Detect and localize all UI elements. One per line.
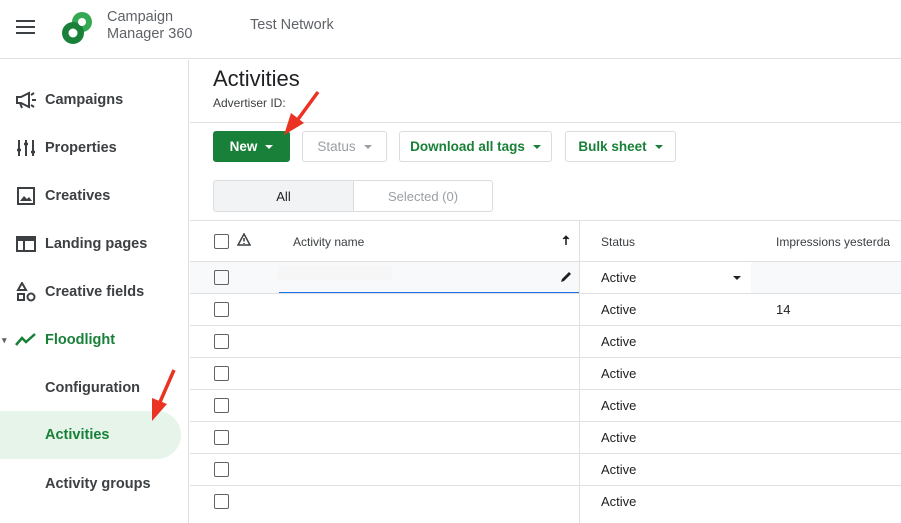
sidebar-item-landing-pages[interactable]: Landing pages (0, 220, 189, 268)
table-row[interactable]: Active (190, 357, 901, 389)
table-header: Activity name Status Impressions yesterd… (190, 220, 901, 261)
edit-pencil-icon[interactable] (559, 270, 573, 284)
shapes-icon (14, 280, 38, 304)
sidebar-item-label: Activities (45, 427, 110, 443)
table-row[interactable]: Active (190, 261, 901, 294)
table-row[interactable]: Active (190, 421, 901, 453)
sidebar-item-creative-fields[interactable]: Creative fields (0, 268, 189, 316)
table-row[interactable]: Active 14 (190, 293, 901, 325)
table-row[interactable]: Active (190, 453, 901, 485)
advertiser-id-label: Advertiser ID: (213, 96, 286, 110)
activity-name-redacted (278, 266, 392, 280)
sidebar-item-label: Configuration (45, 380, 141, 396)
sidebar-item-label: Landing pages (45, 236, 148, 252)
sidebar-item-label: Campaigns (45, 92, 124, 108)
sidebar-item-campaigns[interactable]: Campaigns (0, 76, 189, 124)
product-name: Campaign Manager 360 (107, 9, 192, 43)
sidebar-item-activities[interactable]: Activities (0, 411, 181, 459)
sidebar-item-configuration[interactable]: Configuration (0, 364, 189, 412)
row-checkbox[interactable] (214, 462, 229, 477)
header-divider (190, 122, 901, 123)
status-value: Active (601, 270, 637, 285)
top-bar: Campaign Manager 360 Test Network (0, 0, 901, 59)
select-all-checkbox[interactable] (214, 234, 229, 249)
dropdown-arrow-icon (532, 144, 541, 149)
trending-icon (14, 328, 38, 352)
network-name[interactable]: Test Network (250, 17, 334, 33)
image-icon (14, 184, 38, 208)
new-button[interactable]: New (213, 131, 290, 162)
bulk-button-label: Bulk sheet (578, 139, 647, 154)
status-value: Active (601, 302, 637, 317)
dropdown-arrow-icon (654, 144, 663, 149)
page-title: Activities (213, 66, 300, 91)
campaign-manager-logo (62, 12, 92, 44)
status-dropdown[interactable]: Active (580, 262, 751, 293)
warning-icon (237, 233, 251, 246)
sidebar-item-label: Floodlight (45, 332, 116, 348)
status-dropdown-arrow-icon[interactable] (733, 276, 741, 280)
column-divider (579, 220, 580, 523)
product-name-line2: Manager 360 (107, 26, 193, 42)
download-all-tags-button[interactable]: Download all tags (399, 131, 552, 162)
tab-all[interactable]: All (213, 180, 354, 212)
sidebar-item-properties[interactable]: Properties (0, 124, 189, 172)
row-checkbox[interactable] (214, 366, 229, 381)
sliders-icon (14, 136, 38, 160)
row-checkbox[interactable] (214, 302, 229, 317)
table-row[interactable]: Active (190, 389, 901, 421)
row-checkbox[interactable] (214, 430, 229, 445)
expand-caret-icon[interactable]: ▾ (2, 335, 7, 346)
menu-icon[interactable] (16, 16, 38, 38)
sort-ascending-icon[interactable] (562, 235, 570, 245)
row-checkbox[interactable] (214, 494, 229, 509)
sidebar-item-label: Properties (45, 140, 117, 156)
status-value: Active (601, 430, 637, 445)
tab-selected[interactable]: Selected (0) (353, 180, 493, 212)
sidebar-item-floodlight[interactable]: ▾ Floodlight (0, 316, 189, 364)
row-checkbox[interactable] (214, 398, 229, 413)
status-value: Active (601, 398, 637, 413)
row-checkbox[interactable] (214, 270, 229, 285)
status-value: Active (601, 494, 637, 509)
status-value: Active (601, 462, 637, 477)
column-activity-name[interactable]: Activity name (293, 235, 364, 249)
download-button-label: Download all tags (410, 139, 525, 154)
table-row[interactable]: Active (190, 325, 901, 357)
sidebar-item-label: Creatives (45, 188, 111, 204)
web-page-icon (14, 232, 38, 256)
app-root: Campaign Manager 360 Test Network Campai… (0, 0, 901, 523)
megaphone-icon (14, 88, 38, 112)
sidebar-item-activity-groups[interactable]: Activity groups (0, 460, 189, 508)
status-value: Active (601, 334, 637, 349)
status-button-label: Status (317, 139, 356, 154)
sidebar-item-creatives[interactable]: Creatives (0, 172, 189, 220)
row-checkbox[interactable] (214, 334, 229, 349)
status-value: Active (601, 366, 637, 381)
column-status[interactable]: Status (601, 235, 635, 249)
product-name-line1: Campaign (107, 9, 174, 25)
main-content: Activities Advertiser ID: New Status Dow… (190, 60, 901, 523)
dropdown-arrow-icon (265, 144, 274, 149)
bulk-sheet-button[interactable]: Bulk sheet (565, 131, 676, 162)
table-row[interactable]: Active (190, 485, 901, 517)
sidebar: Campaigns Properties Creatives Landing p… (0, 60, 189, 523)
status-button[interactable]: Status (302, 131, 387, 162)
dropdown-arrow-icon (363, 144, 372, 149)
sidebar-item-label: Activity groups (45, 476, 151, 492)
impressions-value: 14 (776, 302, 791, 317)
column-impressions-yesterday[interactable]: Impressions yesterda (776, 235, 890, 249)
new-button-label: New (229, 139, 258, 154)
sidebar-item-label: Creative fields (45, 284, 145, 300)
